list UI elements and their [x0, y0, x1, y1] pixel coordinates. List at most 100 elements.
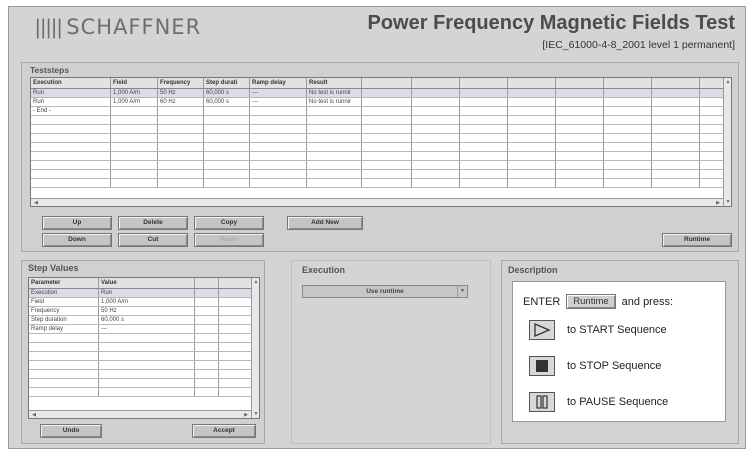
column-header[interactable]: Parameter [29, 278, 99, 288]
scroll-left-icon[interactable]: ◀ [29, 411, 39, 418]
cell-value[interactable]: 60,000 s [99, 316, 195, 324]
table-row[interactable]: Frequency 50 Hz [29, 307, 259, 316]
column-header[interactable]: Ramp delay [250, 78, 307, 88]
table-row-empty[interactable] [31, 134, 731, 143]
accept-button[interactable]: Accept [192, 424, 256, 438]
scroll-up-icon[interactable]: ▲ [724, 78, 731, 86]
cell-empty [556, 143, 604, 151]
cell-value[interactable]: Run [99, 289, 195, 297]
column-header[interactable]: Result [307, 78, 362, 88]
runtime-button[interactable]: Runtime [662, 233, 732, 247]
cell-value[interactable]: --- [99, 325, 195, 333]
table-row-empty[interactable] [31, 170, 731, 179]
scroll-right-icon[interactable]: ▶ [241, 411, 251, 418]
cell-empty [362, 125, 412, 133]
cell-empty [29, 379, 99, 387]
cell-empty [111, 116, 158, 124]
logo-brand: SCHAFFNER [66, 15, 202, 39]
table-row-empty[interactable] [31, 161, 731, 170]
copy-button[interactable]: Copy [194, 216, 264, 230]
column-header[interactable]: Value [99, 278, 195, 288]
table-row-empty[interactable] [31, 116, 731, 125]
step-values-panel: Step Values Parameter Value Execution Ru… [21, 260, 265, 444]
cell-empty [99, 334, 195, 342]
logo-bars: ||||| [35, 16, 63, 39]
delete-button[interactable]: Delete [118, 216, 188, 230]
cell-empty [219, 289, 253, 297]
cell-empty [556, 98, 604, 106]
scroll-right-icon[interactable]: ▶ [713, 199, 723, 206]
table-row[interactable]: Run 1,000 A/m 60 Hz 60,000 s --- No test… [31, 98, 731, 107]
table-row[interactable]: Run 1,000 A/m 50 Hz 60,000 s --- No test… [31, 89, 731, 98]
cell-empty [604, 143, 652, 151]
cell-empty [219, 352, 253, 360]
cell-value[interactable]: 50 Hz [99, 307, 195, 315]
table-row[interactable]: Execution Run [29, 289, 259, 298]
column-header[interactable]: Execution [31, 78, 111, 88]
table-row[interactable]: Step duration 60,000 s [29, 316, 259, 325]
column-header[interactable] [508, 78, 556, 88]
cell-value[interactable]: 1,000 A/m [99, 298, 195, 306]
add-new-button[interactable]: Add New [287, 216, 363, 230]
table-row-empty[interactable] [29, 361, 259, 370]
column-header[interactable]: Field [111, 78, 158, 88]
cell-empty [508, 107, 556, 115]
table-row[interactable]: Ramp delay --- [29, 325, 259, 334]
table-row-empty[interactable] [29, 370, 259, 379]
description-panel: Description ENTER Runtime and press: to … [501, 260, 739, 444]
table-row-empty[interactable] [29, 343, 259, 352]
cell-empty [250, 107, 307, 115]
table-row[interactable]: - End - [31, 107, 731, 116]
up-button[interactable]: Up [42, 216, 112, 230]
column-header[interactable] [556, 78, 604, 88]
column-header[interactable] [195, 278, 219, 288]
table-row-empty[interactable] [29, 352, 259, 361]
table-row-empty[interactable] [31, 152, 731, 161]
cell-empty [652, 170, 700, 178]
table-row-empty[interactable] [29, 379, 259, 388]
cell-empty [652, 98, 700, 106]
column-header[interactable] [460, 78, 508, 88]
cell-empty [111, 125, 158, 133]
cell-empty [29, 361, 99, 369]
pause-instruction: to PAUSE Sequence [567, 396, 669, 408]
table-row-empty[interactable] [31, 125, 731, 134]
cell-empty [307, 161, 362, 169]
cell-empty [508, 143, 556, 151]
column-header[interactable] [219, 278, 253, 288]
undo-button[interactable]: Undo [40, 424, 102, 438]
scroll-up-icon[interactable]: ▲ [252, 278, 259, 286]
scroll-down-icon[interactable]: ▼ [724, 198, 731, 206]
column-header[interactable] [412, 78, 460, 88]
down-button[interactable]: Down [42, 233, 112, 247]
vertical-scrollbar[interactable]: ▲ ▼ [723, 78, 731, 206]
vertical-scrollbar[interactable]: ▲ ▼ [251, 278, 259, 418]
execution-title: Execution [302, 265, 346, 275]
cell-empty [652, 125, 700, 133]
cell-execution: Run [31, 89, 111, 97]
column-header[interactable] [362, 78, 412, 88]
scroll-down-icon[interactable]: ▼ [252, 410, 259, 418]
horizontal-scrollbar[interactable]: ◀ ▶ [29, 410, 251, 418]
step-values-table[interactable]: Parameter Value Execution Run Field 1,00… [28, 277, 260, 419]
cell-empty [362, 107, 412, 115]
scroll-left-icon[interactable]: ◀ [31, 199, 41, 206]
cell-empty [412, 98, 460, 106]
table-row-empty[interactable] [29, 388, 259, 397]
table-row-empty[interactable] [31, 179, 731, 188]
cut-button[interactable]: Cut [118, 233, 188, 247]
table-row-empty[interactable] [29, 334, 259, 343]
horizontal-scrollbar[interactable]: ◀ ▶ [31, 198, 723, 206]
cell-empty [158, 179, 204, 187]
table-row[interactable]: Field 1,000 A/m [29, 298, 259, 307]
table-row-empty[interactable] [31, 143, 731, 152]
paste-button[interactable]: Paste [194, 233, 264, 247]
column-header[interactable]: Frequency [158, 78, 204, 88]
cell-empty [111, 143, 158, 151]
teststeps-table[interactable]: Execution Field Frequency Step durati Ra… [30, 77, 732, 207]
column-header[interactable] [604, 78, 652, 88]
execution-mode-select[interactable]: Use runtime ▼ [302, 285, 468, 298]
chevron-down-icon[interactable]: ▼ [457, 286, 467, 297]
column-header[interactable]: Step durati [204, 78, 250, 88]
column-header[interactable] [652, 78, 700, 88]
